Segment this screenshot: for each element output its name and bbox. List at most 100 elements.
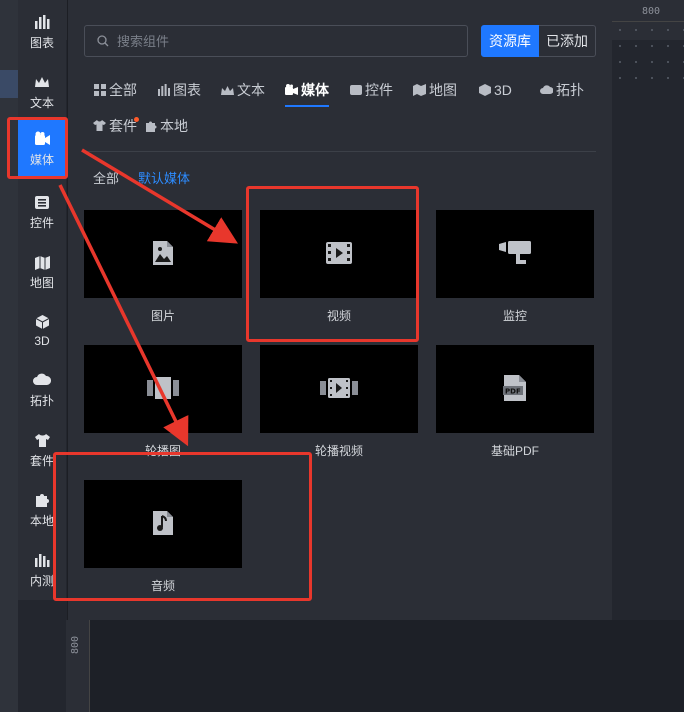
rail-item-beta[interactable]: 内测 bbox=[18, 542, 66, 598]
crown-text-icon bbox=[33, 73, 51, 91]
card-label: 图片 bbox=[150, 309, 175, 323]
tab-label: 拓扑 bbox=[556, 82, 584, 98]
card-label: 轮播视频 bbox=[314, 444, 363, 458]
subtab-default-media[interactable]: 默认媒体 bbox=[138, 168, 190, 187]
canvas-grid-dots bbox=[612, 22, 684, 82]
control-list-icon bbox=[33, 193, 51, 211]
grid-icon bbox=[93, 84, 106, 97]
card-image[interactable]: 图片 bbox=[84, 210, 242, 324]
rail-item-label: 图表 bbox=[29, 36, 54, 50]
card-label: 轮播图 bbox=[144, 444, 181, 458]
rail-item-map[interactable]: 地图 bbox=[18, 244, 66, 300]
card-thumbnail bbox=[84, 210, 242, 298]
cloud-topology-icon bbox=[33, 371, 51, 389]
rail-item-label: 媒体 bbox=[29, 153, 54, 167]
card-video[interactable]: 视频 bbox=[260, 210, 418, 324]
card-carousel-video[interactable]: 轮播视频 bbox=[260, 345, 418, 459]
subtab-all[interactable]: 全部 bbox=[93, 168, 119, 187]
bar-chart-icon bbox=[33, 13, 51, 31]
rail-item-label: 地图 bbox=[29, 276, 54, 290]
puzzle-icon bbox=[144, 120, 157, 133]
component-category-rail: 图表 文本 媒体 控件 地图 3D 拓扑 套件 本地 内测 bbox=[18, 0, 66, 600]
search-box[interactable] bbox=[84, 25, 468, 57]
tab-label: 文本 bbox=[237, 82, 265, 98]
rail-item-kit[interactable]: 套件 bbox=[18, 422, 66, 478]
rail-item-topology[interactable]: 拓扑 bbox=[18, 362, 66, 418]
shirt-kit-icon bbox=[93, 120, 106, 133]
tab-label: 地图 bbox=[429, 82, 457, 98]
card-label: 监控 bbox=[502, 309, 527, 323]
ruler-top-label: 800 bbox=[642, 6, 661, 17]
rail-item-label: 文本 bbox=[29, 96, 54, 110]
map-icon bbox=[413, 84, 426, 97]
ruler-left-label: 800 bbox=[70, 635, 81, 654]
card-label: 视频 bbox=[326, 309, 351, 323]
rail-item-chart[interactable]: 图表 bbox=[18, 4, 66, 60]
card-carousel[interactable]: 轮播图 bbox=[84, 345, 242, 459]
cctv-camera-icon bbox=[498, 240, 532, 269]
tab-3d[interactable]: 3D bbox=[478, 79, 512, 101]
ruler-left: 800 bbox=[66, 620, 90, 712]
resource-library-button[interactable]: 资源库 bbox=[481, 25, 539, 57]
rail-item-text[interactable]: 文本 bbox=[18, 64, 66, 120]
tab-text[interactable]: 文本 bbox=[221, 79, 265, 101]
rail-item-media[interactable]: 媒体 bbox=[18, 120, 66, 178]
search-icon bbox=[97, 35, 109, 47]
rail-item-3d[interactable]: 3D bbox=[18, 302, 66, 358]
media-camera-icon bbox=[33, 130, 51, 148]
card-thumbnail bbox=[84, 480, 242, 568]
audio-file-icon bbox=[152, 510, 174, 539]
tab-kit[interactable]: 套件 bbox=[93, 115, 137, 137]
tab-label: 媒体 bbox=[301, 82, 329, 98]
source-toggle-group: 资源库 已添加 bbox=[481, 25, 596, 57]
rail-item-control[interactable]: 控件 bbox=[18, 184, 66, 240]
search-input[interactable] bbox=[117, 33, 447, 49]
card-label: 基础PDF bbox=[490, 444, 539, 458]
kit-new-badge bbox=[134, 117, 139, 122]
card-thumbnail: PDF bbox=[436, 345, 594, 433]
rail-item-label: 拓扑 bbox=[29, 394, 54, 408]
film-play-icon bbox=[325, 241, 353, 268]
tab-chart[interactable]: 图表 bbox=[157, 79, 201, 101]
component-library-panel: 资源库 已添加 全部 图表 文本 媒体 控件 地图 3D 拓扑 套件 本 bbox=[67, 0, 612, 620]
tab-map[interactable]: 地图 bbox=[413, 79, 457, 101]
puzzle-icon bbox=[33, 491, 51, 509]
card-audio[interactable]: 音频 bbox=[84, 480, 242, 594]
crown-text-icon bbox=[221, 84, 234, 97]
tab-label: 全部 bbox=[109, 82, 137, 98]
bar-chart-beta-icon bbox=[33, 551, 51, 569]
tab-label: 本地 bbox=[160, 118, 188, 134]
tab-topology[interactable]: 拓扑 bbox=[540, 79, 584, 101]
tab-all[interactable]: 全部 bbox=[93, 79, 137, 101]
card-thumbnail bbox=[436, 210, 594, 298]
canvas-area[interactable] bbox=[90, 620, 684, 712]
map-icon bbox=[33, 253, 51, 271]
carousel-video-icon bbox=[319, 377, 359, 402]
media-camera-icon bbox=[285, 84, 298, 97]
editor-left-strip bbox=[0, 0, 18, 712]
rail-item-label: 本地 bbox=[29, 514, 54, 528]
tab-label: 套件 bbox=[109, 118, 137, 134]
added-button[interactable]: 已添加 bbox=[539, 25, 596, 57]
left-strip-highlight bbox=[0, 70, 18, 98]
card-thumbnail bbox=[260, 210, 418, 298]
rail-item-label: 内测 bbox=[29, 574, 54, 588]
card-thumbnail bbox=[260, 345, 418, 433]
image-file-icon bbox=[152, 240, 174, 269]
card-basic-pdf[interactable]: PDF 基础PDF bbox=[436, 345, 594, 459]
tab-media[interactable]: 媒体 bbox=[285, 79, 329, 107]
card-label: 音频 bbox=[150, 579, 175, 593]
tab-control[interactable]: 控件 bbox=[349, 79, 393, 101]
tab-label: 图表 bbox=[173, 82, 201, 98]
rail-item-label: 3D bbox=[34, 333, 50, 348]
card-monitor[interactable]: 监控 bbox=[436, 210, 594, 324]
card-thumbnail bbox=[84, 345, 242, 433]
cube-icon bbox=[33, 313, 51, 331]
rail-item-local[interactable]: 本地 bbox=[18, 482, 66, 538]
rail-item-label: 控件 bbox=[29, 216, 54, 230]
tab-label: 控件 bbox=[365, 82, 393, 98]
pdf-file-icon: PDF bbox=[503, 374, 527, 405]
tab-local[interactable]: 本地 bbox=[144, 115, 188, 137]
rail-item-label: 套件 bbox=[29, 454, 54, 468]
cloud-topology-icon bbox=[540, 84, 553, 97]
